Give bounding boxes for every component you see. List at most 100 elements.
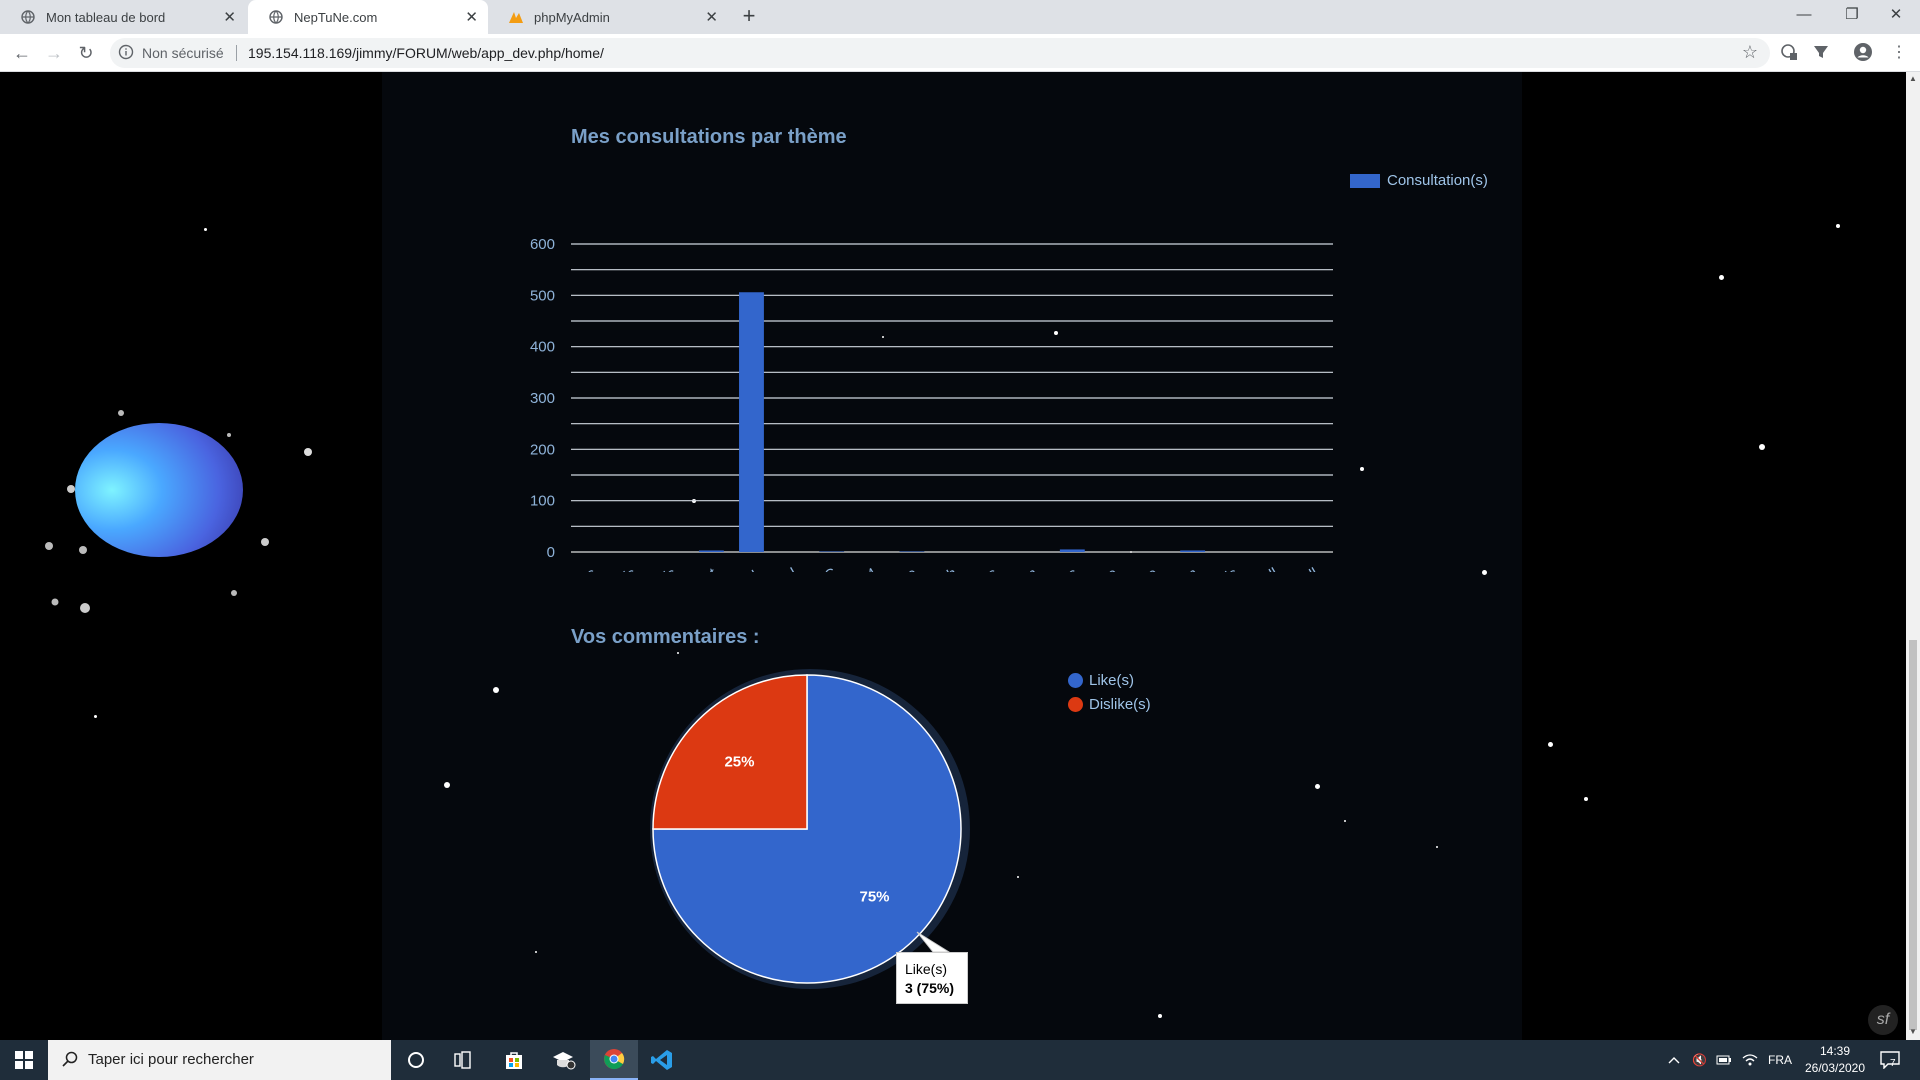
legend-item-likes[interactable]: Like(s)	[1068, 668, 1151, 692]
new-tab-button[interactable]: +	[736, 4, 762, 30]
windows-logo-icon	[15, 1051, 33, 1069]
store-icon[interactable]	[490, 1040, 538, 1080]
x-tick-label: PC	[813, 565, 840, 572]
x-tick-label: Guerre des consoles	[872, 565, 1000, 572]
star	[1548, 742, 1553, 747]
tooltip-label: Like(s)	[905, 961, 948, 977]
bar	[1180, 550, 1206, 552]
taskbar-search[interactable]: Taper ici pour rechercher	[48, 1040, 391, 1080]
search-placeholder: Taper ici pour rechercher	[88, 1051, 254, 1068]
task-view-icon[interactable]	[440, 1040, 488, 1080]
neptune-planet-illustration	[45, 410, 312, 613]
star	[1315, 784, 1320, 789]
language-indicator[interactable]: FRA	[1768, 1040, 1792, 1080]
menu-icon[interactable]: ⋮	[1888, 41, 1910, 63]
bar	[698, 550, 724, 552]
tab-neptune[interactable]: NepTuNe.com ✕	[248, 0, 488, 34]
bar	[739, 292, 764, 552]
close-icon[interactable]: ✕	[705, 8, 718, 26]
star	[1584, 797, 1588, 801]
info-icon[interactable]	[118, 44, 136, 62]
symfony-toolbar-icon[interactable]: sf	[1868, 1005, 1898, 1035]
star	[1158, 1014, 1162, 1018]
y-tick-label: 0	[547, 544, 555, 561]
star	[204, 228, 207, 231]
start-button[interactable]	[0, 1040, 48, 1080]
star	[1017, 876, 1019, 878]
scroll-thumb[interactable]	[1909, 640, 1917, 1030]
extension-icon[interactable]	[1778, 41, 1800, 63]
cortana-icon[interactable]	[392, 1040, 440, 1080]
page-viewport: Mes consultations par thème 0 100 200 300 40…	[0, 72, 1906, 1040]
profile-icon[interactable]	[1852, 41, 1874, 63]
extension-filter-icon[interactable]	[1810, 41, 1832, 63]
chrome-icon[interactable]	[590, 1040, 638, 1080]
system-tray-chevron[interactable]	[1668, 1040, 1680, 1080]
notification-center-icon[interactable]: 7	[1880, 1040, 1900, 1080]
wifi-icon[interactable]	[1742, 1040, 1758, 1080]
legend-label: Dislike(s)	[1089, 695, 1151, 713]
taskbar-clock[interactable]: 14:39 26/03/2020	[1800, 1043, 1870, 1077]
legend-label: Consultation(s)	[1387, 172, 1488, 189]
address-bar[interactable]: Non sécurisé 195.154.118.169/jimmy/FORUM…	[110, 38, 1770, 68]
pie-tooltip: Like(s) 3 (75%)	[896, 952, 968, 1004]
education-app-icon[interactable]	[540, 1040, 588, 1080]
legend-item-dislikes[interactable]: Dislike(s)	[1068, 692, 1151, 716]
star	[444, 782, 450, 788]
globe-icon	[268, 9, 284, 25]
search-icon	[62, 1051, 78, 1067]
tab-title: Mon tableau de bord	[46, 9, 166, 25]
scroll-down-arrow[interactable]: ▼	[1908, 1027, 1918, 1037]
legend-dot	[1068, 672, 1083, 688]
clock-date: 26/03/2020	[1804, 1061, 1866, 1075]
pie-chart-legend: Like(s) Dislike(s)	[1068, 668, 1151, 716]
bookmark-star-icon[interactable]: ☆	[1742, 42, 1758, 63]
volume-muted-icon[interactable]: 🔇	[1692, 1040, 1707, 1080]
minimize-button[interactable]: —	[1780, 0, 1828, 34]
star	[1436, 846, 1438, 848]
tab-phpmyadmin[interactable]: phpMyAdmin ✕	[488, 0, 728, 34]
x-tick-label: Anglais	[588, 565, 639, 572]
x-tick-label: PS4	[847, 565, 880, 572]
windows-taskbar: Taper ici pour rechercher 🔇 FRA 14:39 26…	[0, 1040, 1920, 1080]
x-tick-label: Chasse	[1068, 565, 1121, 572]
x-tick-label: Mathématiques	[502, 565, 599, 572]
forward-button[interactable]: →	[42, 41, 66, 65]
star	[1482, 570, 1487, 575]
x-tick-label: Pêche	[1115, 565, 1160, 572]
clock-time: 14:39	[1819, 1044, 1851, 1058]
tab-mon-tableau-de-bord[interactable]: Mon tableau de bord ✕	[0, 0, 246, 34]
restore-button[interactable]: ❐	[1828, 0, 1876, 34]
close-icon[interactable]: ✕	[223, 8, 236, 26]
legend-swatch	[1350, 173, 1380, 188]
y-tick-label: 300	[530, 390, 555, 407]
y-tick-label: 400	[530, 339, 555, 356]
url-text[interactable]: 195.154.118.169/jimmy/FORUM/web/app_dev.…	[248, 45, 604, 61]
star	[493, 687, 499, 693]
tab-bar: Mon tableau de bord ✕ NepTuNe.com ✕ phpM…	[0, 0, 1920, 34]
close-window-button[interactable]: ✕	[1872, 0, 1920, 34]
bar	[899, 551, 925, 552]
star	[1719, 275, 1724, 280]
security-label: Non sécurisé	[142, 45, 224, 61]
x-tick-label: Switch	[913, 565, 960, 572]
bar-chart-legend[interactable]: Consultation(s)	[1350, 172, 1488, 189]
star	[1759, 444, 1765, 450]
bar	[1059, 549, 1085, 552]
x-tick-label: Tennis	[1195, 565, 1241, 572]
vscode-icon[interactable]	[638, 1040, 686, 1080]
phpmyadmin-icon	[508, 9, 524, 25]
back-button[interactable]: ←	[10, 41, 34, 65]
reload-button[interactable]: ↻	[74, 41, 98, 65]
tab-title: NepTuNe.com	[294, 9, 378, 25]
star	[1360, 467, 1364, 471]
tab-title: phpMyAdmin	[534, 9, 610, 25]
separator	[236, 45, 237, 61]
pie-slice	[652, 674, 808, 830]
tooltip-value: 3 (75%)	[905, 980, 955, 996]
page-scrollbar[interactable]: ▲ ▼	[1906, 72, 1920, 1040]
bar	[819, 551, 845, 552]
battery-icon[interactable]	[1716, 1040, 1732, 1080]
close-icon[interactable]: ✕	[465, 8, 478, 26]
scroll-up-arrow[interactable]: ▲	[1908, 74, 1918, 84]
